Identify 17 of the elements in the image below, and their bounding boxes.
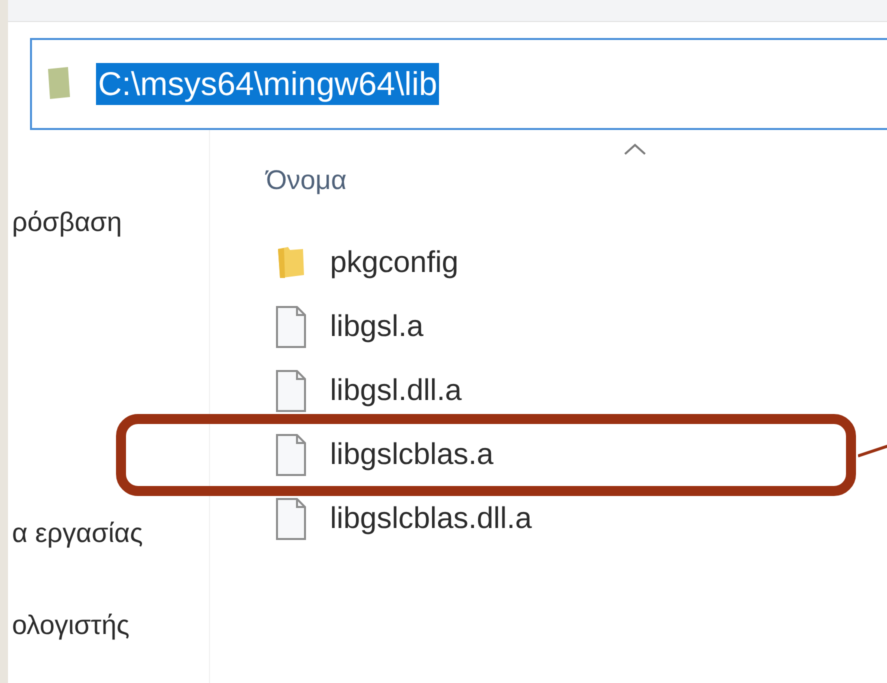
folder-icon <box>276 246 306 280</box>
file-name[interactable]: pkgconfig <box>330 240 458 285</box>
file-name[interactable]: libgslcblas.a <box>330 432 494 477</box>
file-name[interactable]: libgslcblas.dll.a <box>330 496 532 541</box>
address-bar[interactable]: C:\msys64\mingw64\lib <box>30 38 887 130</box>
file-name[interactable]: libgsl.a <box>330 304 424 349</box>
folder-icon <box>48 67 70 101</box>
file-icon <box>276 306 306 348</box>
sidebar-item[interactable]: α εργασίας <box>8 512 209 553</box>
sidebar-item[interactable]: ρόσβαση <box>8 202 209 242</box>
file-name[interactable]: libgsl.dll.a <box>330 368 462 413</box>
file-icon <box>276 434 306 476</box>
column-header[interactable]: Όνομα <box>266 160 347 200</box>
address-path: C:\msys64\mingw64\lib <box>96 63 440 105</box>
file-icon <box>276 498 306 540</box>
sidebar-item[interactable]: ολογιστής <box>8 605 209 646</box>
file-icon <box>276 370 306 412</box>
